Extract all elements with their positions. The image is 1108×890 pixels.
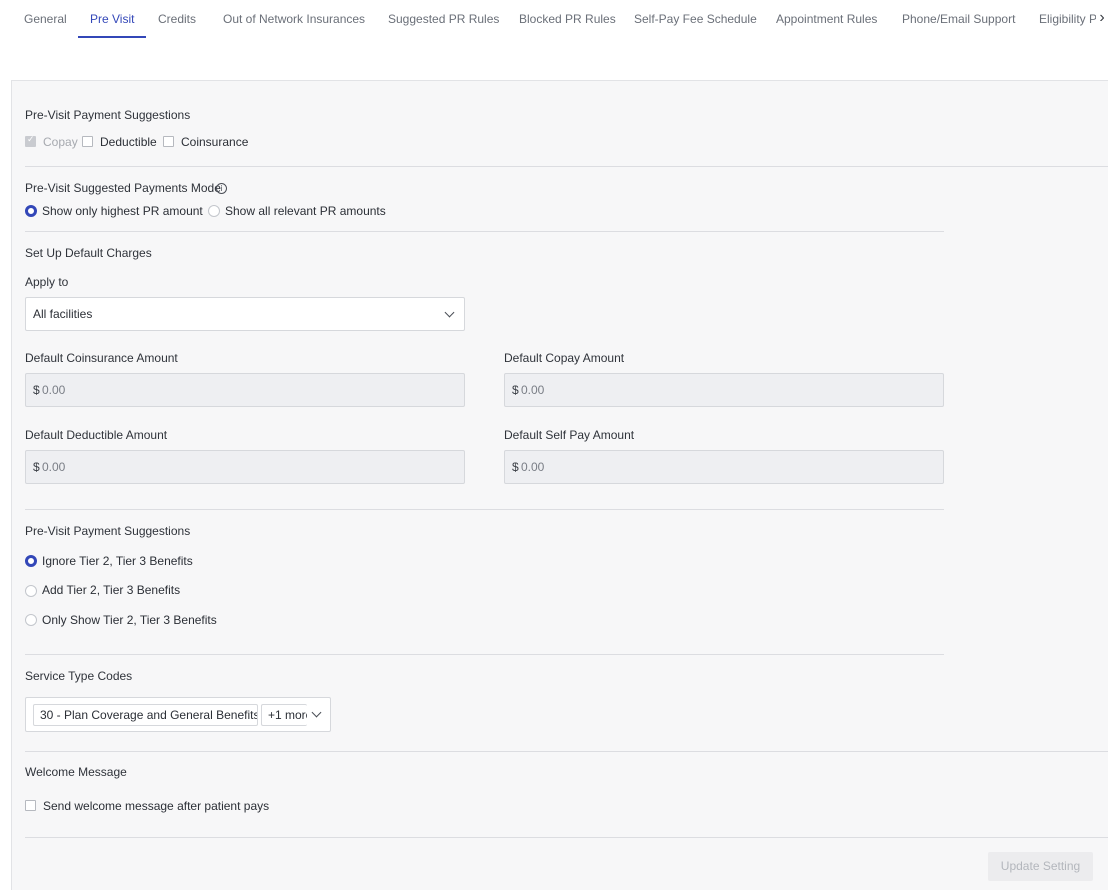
chevron-right-icon[interactable]: › [1096,0,1108,38]
default-deductible-label: Default Deductible Amount [25,428,168,442]
divider [25,751,1108,752]
divider [25,231,944,232]
default-coinsurance-input[interactable]: $ 0.00 [25,373,465,407]
welcome-message-checkbox[interactable] [25,800,36,811]
radio-add-tier-label: Add Tier 2, Tier 3 Benefits [42,583,181,597]
more-tag[interactable]: +1 more [261,704,307,726]
settings-tabs: General Pre Visit Credits Out of Network… [0,0,1108,38]
tier-suggestions-title: Pre-Visit Payment Suggestions [25,524,191,538]
default-deductible-value: 0.00 [42,460,66,474]
coinsurance-checkbox[interactable] [163,136,174,147]
welcome-message-title: Welcome Message [25,765,127,779]
suggested-mode-title: Pre-Visit Suggested Payments Mode [25,181,221,195]
radio-ignore-tier-label: Ignore Tier 2, Tier 3 Benefits [42,554,193,568]
apply-to-value: All facilities [33,307,93,321]
divider [25,166,1108,167]
currency-symbol: $ [512,383,519,397]
default-charges-title: Set Up Default Charges [25,246,152,260]
currency-symbol: $ [33,460,40,474]
chevron-down-icon [311,707,322,718]
currency-symbol: $ [512,460,519,474]
tab-blocked-pr-rules[interactable]: Blocked PR Rules [507,0,628,38]
tab-suggested-pr-rules[interactable]: Suggested PR Rules [376,0,511,38]
divider [25,837,1108,838]
copay-label: Copay [43,135,78,149]
radio-only-show-tier[interactable] [25,614,37,626]
service-type-codes-title: Service Type Codes [25,669,133,683]
radio-show-all[interactable] [208,205,220,217]
default-self-pay-value: 0.00 [521,460,545,474]
default-copay-input[interactable]: $ 0.00 [504,373,944,407]
radio-add-tier[interactable] [25,585,37,597]
coinsurance-label: Coinsurance [181,135,249,149]
tab-credits[interactable]: Credits [146,0,208,38]
apply-to-label: Apply to [25,275,69,289]
radio-show-highest[interactable] [25,205,37,217]
radio-show-highest-label: Show only highest PR amount [42,204,203,218]
info-icon[interactable]: i [216,183,227,194]
divider [25,654,944,655]
apply-to-select[interactable]: All facilities [25,297,465,331]
chevron-down-icon [444,307,455,318]
service-type-tag[interactable]: 30 - Plan Coverage and General Benefits [33,704,258,726]
copay-checkbox [25,135,36,147]
payment-suggestions-title: Pre-Visit Payment Suggestions [25,108,191,122]
currency-symbol: $ [33,383,40,397]
tab-pre-visit[interactable]: Pre Visit [78,0,147,38]
radio-ignore-tier[interactable] [25,555,37,567]
radio-only-show-tier-label: Only Show Tier 2, Tier 3 Benefits [42,613,217,627]
tab-self-pay-fee-schedule[interactable]: Self-Pay Fee Schedule [622,0,769,38]
deductible-label: Deductible [100,135,157,149]
pre-visit-settings-panel [11,80,1108,890]
default-deductible-input[interactable]: $ 0.00 [25,450,465,484]
radio-show-all-label: Show all relevant PR amounts [225,204,386,218]
default-self-pay-input[interactable]: $ 0.00 [504,450,944,484]
deductible-checkbox[interactable] [82,136,93,147]
divider [25,509,944,510]
update-setting-button[interactable]: Update Setting [988,852,1093,881]
tab-general[interactable]: General [12,0,79,38]
service-type-codes-select[interactable]: 30 - Plan Coverage and General Benefits … [25,697,331,732]
default-self-pay-label: Default Self Pay Amount [504,428,635,442]
default-copay-label: Default Copay Amount [504,351,625,365]
tab-phone-email-support[interactable]: Phone/Email Support [890,0,1027,38]
tab-out-of-network-insurances[interactable]: Out of Network Insurances [211,0,377,38]
default-coinsurance-value: 0.00 [42,383,66,397]
welcome-message-label: Send welcome message after patient pays [43,799,270,813]
tab-appointment-rules[interactable]: Appointment Rules [764,0,889,38]
default-coinsurance-label: Default Coinsurance Amount [25,351,178,365]
default-copay-value: 0.00 [521,383,545,397]
